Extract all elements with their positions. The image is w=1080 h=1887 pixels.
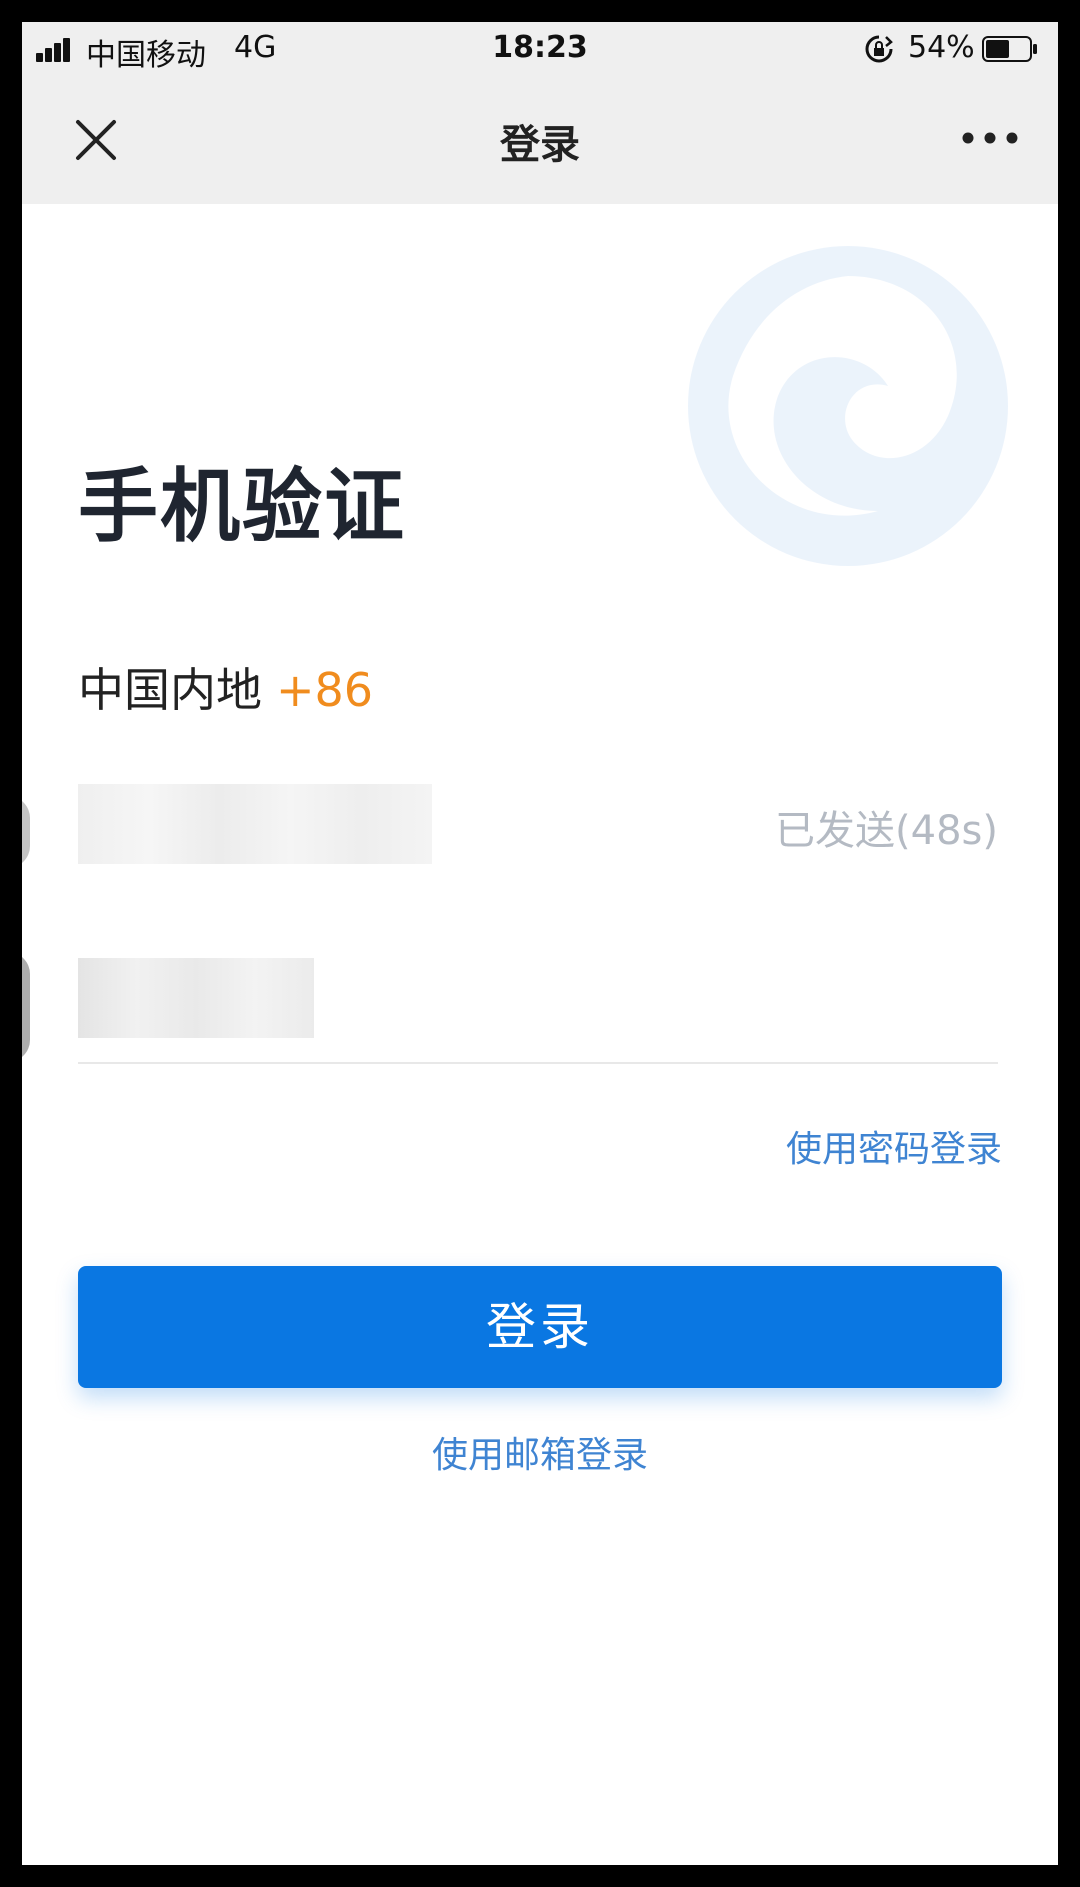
region-code: +86 [276,663,374,717]
rotation-lock-icon [865,35,893,63]
clock: 18:23 [492,30,588,65]
page-heading: 手机验证 [78,460,406,553]
region-selector[interactable]: 中国内地 +86 [78,654,373,720]
resend-code-button[interactable]: 已发送(48s) [775,798,998,856]
phone-number-value-obscured [78,784,432,864]
login-button[interactable]: 登录 [78,1266,1002,1388]
phone-screen: 中国移动 4G 18:23 54% 登录 手机验证 中国内地 +86 已发送(4… [22,22,1058,1865]
battery-icon [982,36,1037,62]
battery-percentage: 54% [908,30,975,65]
navigation-bar: 登录 [22,76,1058,204]
email-login-link[interactable]: 使用邮箱登录 [22,1426,1058,1478]
logo-watermark-icon [688,246,1008,566]
page-title: 登录 [500,122,580,168]
password-login-link[interactable]: 使用密码登录 [786,1120,1002,1172]
verification-code-value-obscured [78,958,314,1038]
region-name: 中国内地 [78,663,262,717]
more-options-icon[interactable] [960,126,1020,150]
phone-number-field[interactable]: 已发送(48s) [78,780,998,890]
verification-code-field[interactable] [78,938,998,1064]
edge-shadow [22,952,30,1062]
status-bar: 中国移动 4G 18:23 54% [22,22,1058,76]
edge-shadow [22,796,30,868]
